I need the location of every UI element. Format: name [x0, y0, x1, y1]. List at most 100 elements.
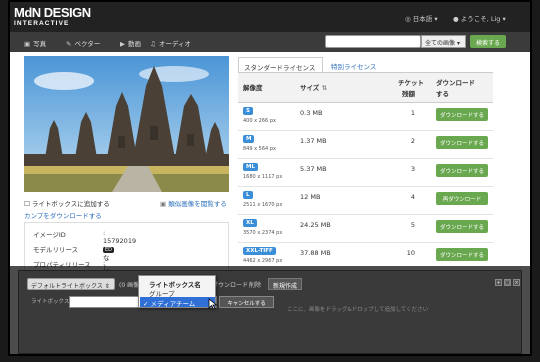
search-input[interactable]: [325, 35, 421, 48]
logo-line1: MdN DESIGN: [14, 5, 91, 20]
table-row: M 849 x 564 px 1.37 MB 2 ダウンロードする: [238, 131, 493, 159]
check-icon: ✓: [143, 300, 149, 308]
globe-icon: ◎: [405, 15, 413, 23]
license-table: 解像度 サイズ ⇅ チケット 残額 ダウンロード する S 400 x 266 …: [238, 72, 493, 272]
meta-label: イメージID: [33, 231, 66, 239]
nav-audio-label: オーディオ: [158, 40, 191, 48]
row-dimensions: 1680 x 1117 px: [243, 174, 283, 180]
logo[interactable]: MdN DESIGN INTERACTIVE: [14, 5, 92, 29]
row-size: 1.37 MB: [300, 137, 327, 145]
row-dimensions: 2511 x 1670 px: [243, 202, 283, 208]
user-menu[interactable]: ● ようこそ, Lig ▾: [453, 13, 506, 23]
row-tickets: 5: [410, 221, 415, 229]
image-meta: イメージID : 15792019 ED モデルリリース : なし プロパティリ…: [24, 222, 229, 287]
license-tabs: スタンダードライセンス 特別ライセンス: [238, 57, 493, 72]
nav-photo[interactable]: ▣ 写真: [24, 38, 46, 48]
camera-icon: ▣: [24, 40, 31, 48]
chevron-down-icon: ▾: [456, 40, 460, 47]
download-button[interactable]: ダウンロードする: [436, 248, 488, 261]
row-tickets: 1: [410, 109, 415, 117]
temple-illustration: [24, 56, 229, 192]
browser-frame: MdN DESIGN INTERACTIVE ◎ 日本語 ▾ ● ようこそ, L…: [10, 2, 530, 354]
download-button[interactable]: ダウンロードする: [436, 136, 488, 149]
col-size[interactable]: サイズ ⇅: [300, 82, 327, 92]
lightbox-select[interactable]: デフォルトライトボックス ⇕: [27, 278, 115, 290]
lightbox-delete-link[interactable]: 削除: [249, 280, 261, 289]
music-icon: ♫: [150, 40, 156, 48]
window-icon[interactable]: □: [504, 279, 511, 286]
chevron-down-icon: ▾: [500, 15, 506, 23]
category-nav: ▣ 写真 ✎ ベクター ▶ 動画 ♫ オーディオ 全ての画像 ▾ 検索する: [10, 32, 530, 52]
top-bar: MdN DESIGN INTERACTIVE ◎ 日本語 ▾ ● ようこそ, L…: [10, 2, 530, 32]
col-download: ダウンロード: [436, 79, 475, 87]
row-dimensions: 3570 x 2374 px: [243, 230, 283, 236]
col-download-2: する: [436, 90, 449, 98]
checkbox-icon: ☐: [24, 200, 30, 208]
lightbox-select-label: デフォルトライトボックス: [31, 283, 103, 290]
col-remaining: 残額: [402, 90, 415, 98]
dropdown-option-label: メディアチーム: [150, 300, 196, 308]
download-button[interactable]: ダウンロードする: [436, 220, 488, 233]
tab-standard-license[interactable]: スタンダードライセンス: [238, 57, 323, 72]
lightbox-download-link[interactable]: ダウンロード: [212, 280, 248, 289]
table-row: XL 3570 x 2374 px 24.25 MB 5 ダウンロードする: [238, 215, 493, 243]
row-size: 24.25 MB: [300, 221, 331, 229]
meta-model-release: モデルリリース : なし: [33, 244, 110, 272]
language-menu[interactable]: ◎ 日本語 ▾: [405, 13, 438, 23]
size-badge: XL: [243, 219, 257, 227]
row-dimensions: 849 x 564 px: [243, 146, 276, 152]
chevron-down-icon: ▾: [432, 15, 438, 23]
cancel-button[interactable]: キャンセルする: [219, 296, 274, 308]
size-badge: M: [243, 135, 255, 143]
search-scope-select[interactable]: 全ての画像 ▾: [421, 35, 466, 48]
download-button[interactable]: ダウンロードする: [436, 108, 488, 121]
stock-photo[interactable]: [24, 56, 229, 192]
redownload-button[interactable]: 再ダウンロード: [436, 192, 488, 205]
meta-image-id: イメージID : 15792019 ED: [33, 229, 136, 253]
welcome-label: ようこそ, Lig: [460, 15, 501, 23]
dropdown-option-media-team[interactable]: ✓ メディアチーム: [140, 297, 215, 308]
nav-vector[interactable]: ✎ ベクター: [66, 38, 100, 48]
size-badge: S: [243, 107, 253, 115]
comp-download-link[interactable]: カンプをダウンロードする: [24, 210, 102, 220]
table-row: L 2511 x 1670 px 12 MB 4 再ダウンロード: [238, 187, 493, 215]
table-row: S 400 x 266 px 0.3 MB 1 ダウンロードする: [238, 103, 493, 131]
row-tickets: 3: [410, 165, 415, 173]
expand-icon[interactable]: +: [495, 279, 502, 286]
row-size: 12 MB: [300, 193, 321, 201]
col-resolution: 解像度: [243, 84, 263, 92]
close-icon[interactable]: ×: [513, 279, 520, 286]
language-label: 日本語: [412, 15, 433, 23]
nav-video[interactable]: ▶ 動画: [120, 38, 141, 48]
lightbox-panel: デフォルトライトボックス ⇕ (0 画像) ダウンロード 削除 新規作成 + □ ×…: [18, 270, 522, 354]
drop-hint: ここに、画像をドラッグ&ドロップして追加してください: [287, 307, 429, 313]
add-to-lightbox[interactable]: ☐ ライトボックスに追加する: [24, 198, 110, 208]
row-size: 37.88 MB: [300, 249, 331, 257]
row-size: 5.37 MB: [300, 165, 327, 173]
download-button[interactable]: ダウンロードする: [436, 164, 488, 177]
similar-images-link[interactable]: ▣ 類似画像を閲覧する: [160, 198, 227, 208]
nav-vector-label: ベクター: [74, 40, 101, 48]
nav-audio[interactable]: ♫ オーディオ: [150, 38, 191, 48]
add-to-lightbox-label: ライトボックスに追加する: [31, 200, 110, 208]
lightbox-new-tab[interactable]: 新規作成: [268, 278, 303, 290]
col-tickets: チケット: [398, 79, 424, 87]
size-badge: ML: [243, 163, 258, 171]
search-button[interactable]: 検索する: [470, 35, 506, 48]
nav-photo-label: 写真: [33, 40, 47, 48]
table-row: ML 1680 x 1117 px 5.37 MB 3 ダウンロードする: [238, 159, 493, 187]
meta-label: モデルリリース: [33, 246, 79, 254]
row-tickets: 10: [406, 249, 415, 257]
table-header: 解像度 サイズ ⇅ チケット 残額 ダウンロード する: [238, 73, 493, 103]
chevron-updown-icon: ⇕: [104, 283, 110, 290]
row-dimensions: 4462 x 2967 px: [243, 258, 283, 264]
row-tickets: 4: [410, 193, 415, 201]
panel-controls: + □ ×: [493, 278, 520, 286]
search-scope-label: 全ての画像: [425, 40, 456, 47]
sort-icon: ⇅: [321, 84, 328, 92]
size-badge: XXL-TIFF: [243, 247, 276, 255]
similar-images-label: 類似画像を閲覧する: [168, 200, 227, 208]
group-dropdown[interactable]: ライトボックス名 グループ ✓ メディアチーム: [138, 275, 216, 308]
tab-special-license[interactable]: 特別ライセンス: [326, 57, 381, 72]
user-icon: ●: [453, 15, 461, 23]
